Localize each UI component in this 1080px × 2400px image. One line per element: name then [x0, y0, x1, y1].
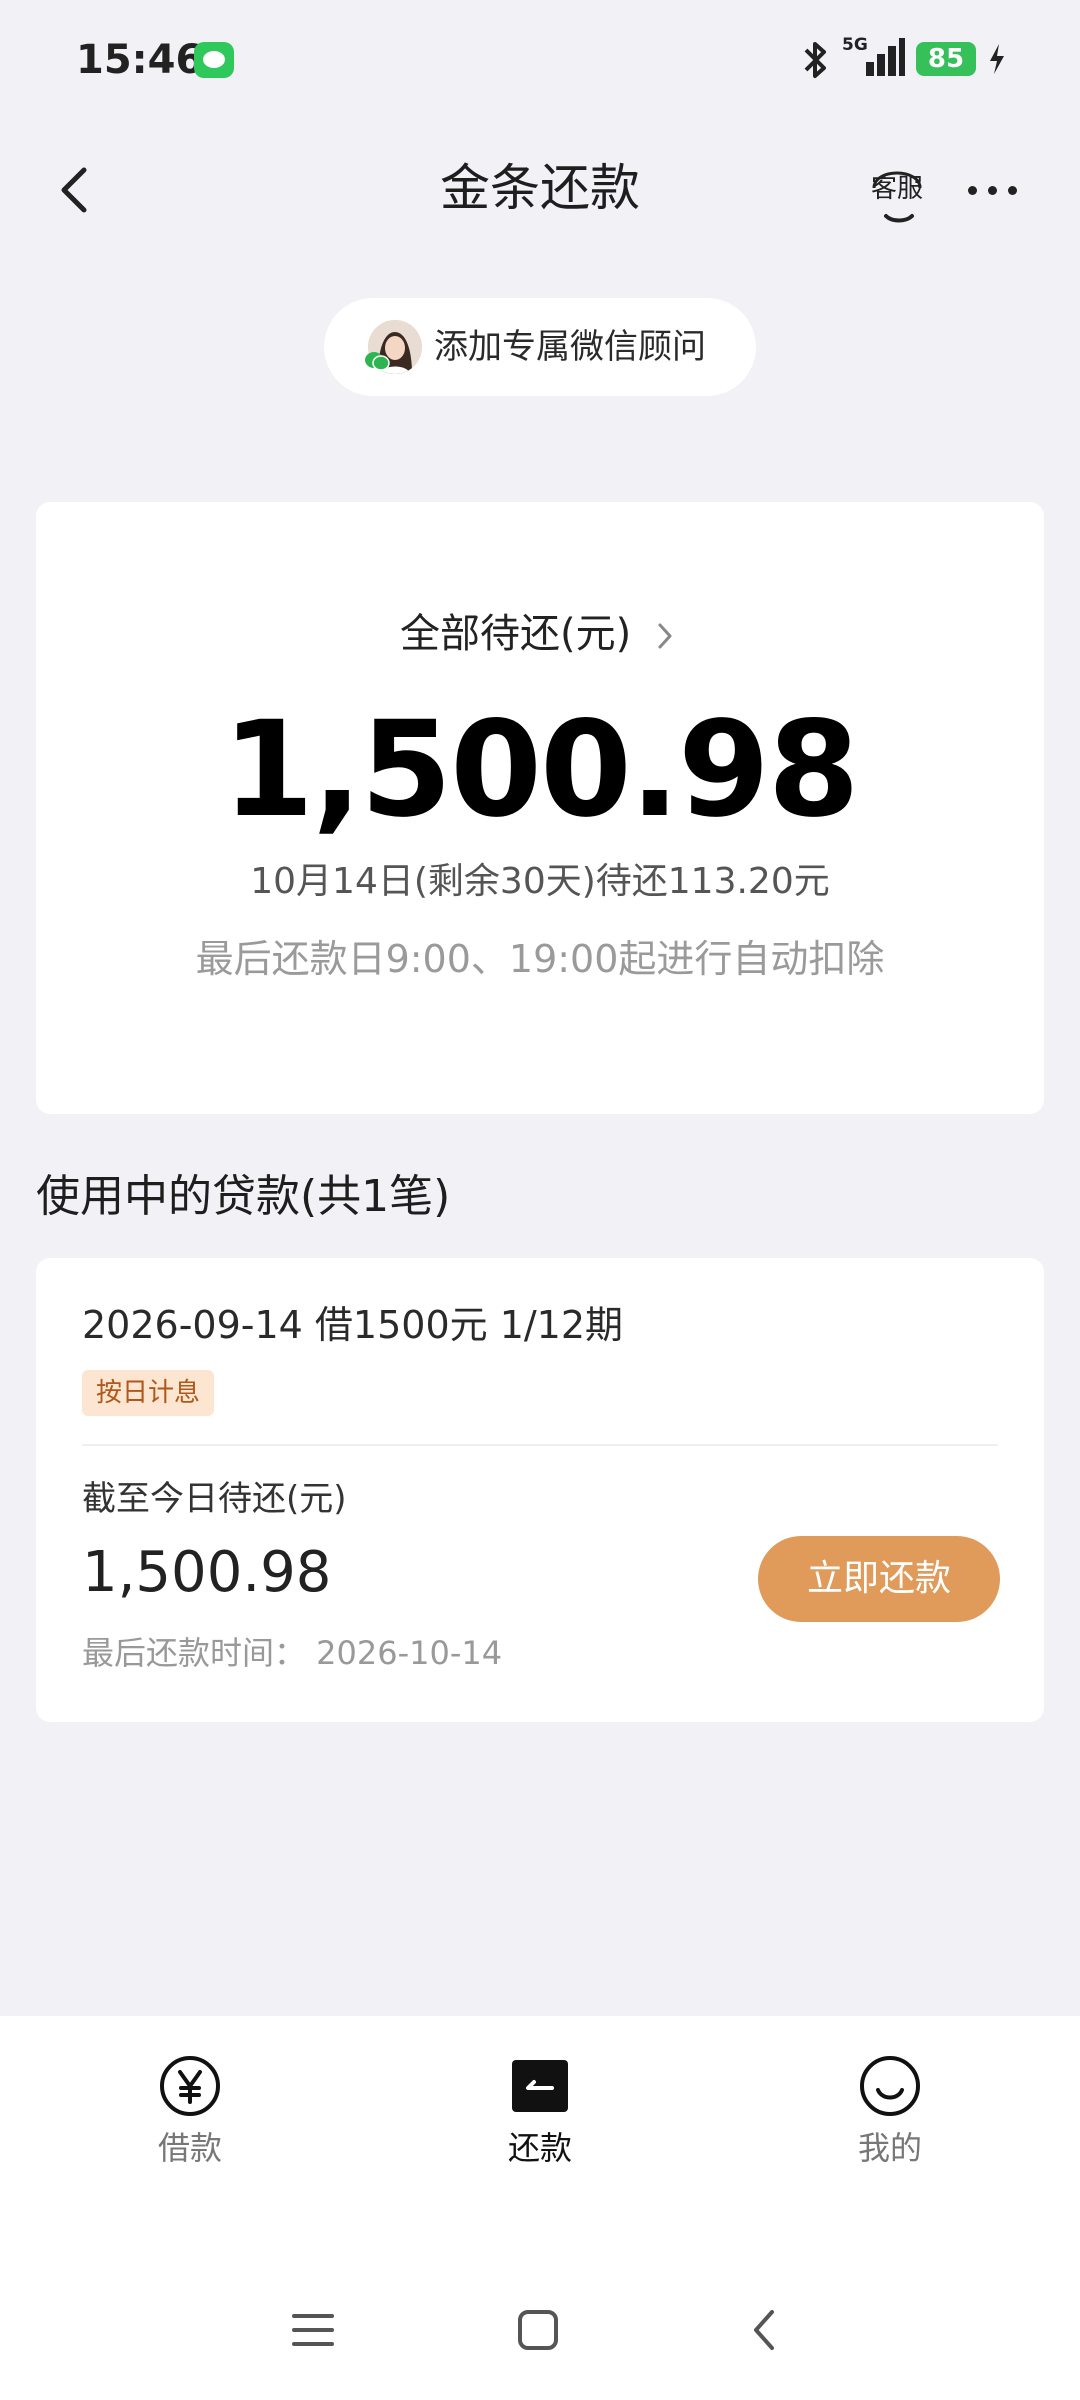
due-today-amount: 1,500.98 — [82, 1540, 332, 1605]
yuan-icon — [160, 2056, 220, 2116]
repay-now-button[interactable]: 立即还款 — [758, 1536, 1000, 1622]
due-today-label: 截至今日待还(元) — [82, 1479, 347, 1519]
divider — [82, 1444, 998, 1446]
next-due-info: 10月14日(剩余30天)待还113.20元 — [250, 861, 830, 902]
repayment-summary-card: 全部待还(元) 1,500.98 10月14日(剩余30天)待还113.20元 … — [36, 502, 1044, 1114]
system-navigation-bar — [0, 2290, 1080, 2370]
loan-title: 2026-09-14 借1500元 1/12期 — [82, 1303, 624, 1347]
home-icon[interactable] — [516, 2308, 560, 2352]
charging-icon — [990, 44, 1004, 74]
customer-service-button[interactable]: 客服 — [862, 160, 932, 224]
loan-card[interactable]: 2026-09-14 借1500元 1/12期 按日计息 截至今日待还(元) 1… — [36, 1258, 1044, 1722]
nav-label-mine: 我的 — [857, 2129, 922, 2167]
battery-level: 85 — [916, 42, 976, 76]
nav-item-repay[interactable]: 还款 — [440, 2054, 640, 2174]
nav-item-mine[interactable]: 我的 — [790, 2054, 990, 2174]
chevron-right-icon — [658, 623, 672, 649]
loans-section-title: 使用中的贷款(共1笔) — [36, 1171, 451, 1222]
wechat-advisor-button[interactable]: 添加专属微信顾问 — [324, 298, 756, 396]
total-due-amount: 1,500.98 — [222, 693, 859, 847]
advisor-label: 添加专属微信顾问 — [434, 327, 706, 367]
service-label: 客服 — [870, 174, 923, 204]
nav-item-borrow[interactable]: 借款 — [90, 2054, 290, 2174]
back-icon[interactable] — [746, 2306, 782, 2354]
total-due-label: 全部待还(元) — [400, 611, 632, 657]
bluetooth-icon — [804, 42, 826, 78]
network-label: 5G — [842, 35, 868, 55]
repay-icon — [512, 2060, 568, 2112]
nav-label-borrow: 借款 — [157, 2129, 222, 2167]
more-button[interactable] — [964, 170, 1024, 210]
wechat-icon — [365, 352, 390, 371]
5g-signal-icon: 5G — [842, 35, 905, 76]
status-time: 15:46 — [76, 37, 204, 83]
message-icon — [194, 42, 234, 78]
last-repay-date: 最后还款时间： 2026-10-14 — [82, 1634, 503, 1672]
nav-label-repay: 还款 — [507, 2129, 572, 2167]
smile-icon — [860, 2056, 920, 2116]
auto-deduct-notice: 最后还款日9:00、19:00起进行自动扣除 — [195, 937, 885, 981]
interest-type-badge: 按日计息 — [82, 1370, 215, 1416]
total-due-link[interactable]: 全部待还(元) — [36, 608, 1044, 660]
menu-icon[interactable] — [290, 2310, 336, 2350]
